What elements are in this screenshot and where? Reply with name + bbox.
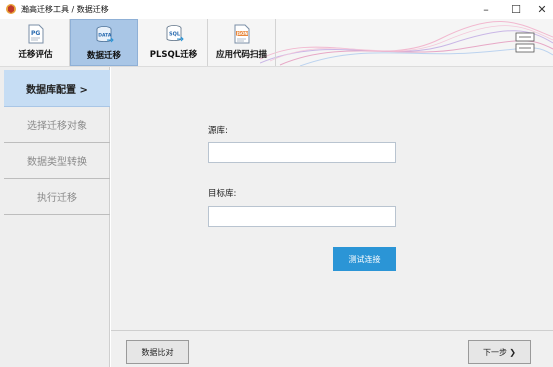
tab-migration-assessment[interactable]: PG 迁移评估 xyxy=(2,19,70,66)
source-db-input[interactable] xyxy=(208,142,396,163)
tab-data-migration[interactable]: DATA 数据迁移 xyxy=(70,19,138,66)
data-compare-button[interactable]: 数据比对 xyxy=(126,340,189,364)
svg-text:SQL: SQL xyxy=(169,32,181,38)
tab-label: 应用代码扫描 xyxy=(215,50,267,60)
tab-plsql-migration[interactable]: SQL PLSQL迁移 xyxy=(140,19,208,66)
window-title: 瀚高迁移工具 / 数据迁移 xyxy=(21,5,109,14)
tab-app-code-scan[interactable]: JSON 应用代码扫描 xyxy=(208,19,276,66)
test-connection-button[interactable]: 测试连接 xyxy=(333,247,396,271)
target-db-input[interactable] xyxy=(208,206,396,227)
source-db-label: 源库: xyxy=(208,126,228,136)
main-panel: 源库: 目标库: 测试连接 xyxy=(111,67,553,331)
footer-bar: 数据比对 下一步 ❯ xyxy=(111,331,553,367)
svg-text:JSON: JSON xyxy=(235,31,247,36)
decorative-wave xyxy=(260,21,553,66)
sql-database-icon: SQL xyxy=(166,25,184,42)
title-bar: 瀚高迁移工具 / 数据迁移 – ☐ ✕ xyxy=(0,0,553,19)
pg-document-icon: PG xyxy=(28,24,43,44)
app-logo-icon xyxy=(6,4,16,14)
tab-label: 数据迁移 xyxy=(86,51,121,61)
sidebar-item-execute-migration[interactable]: 执行迁移 xyxy=(4,179,110,215)
tab-label: 迁移评估 xyxy=(18,50,53,60)
sidebar-item-select-objects[interactable]: 选择迁移对象 xyxy=(4,107,110,143)
sidebar-item-type-conversion[interactable]: 数据类型转换 xyxy=(4,143,110,179)
close-button[interactable]: ✕ xyxy=(527,0,553,19)
svg-text:PG: PG xyxy=(31,30,40,37)
main-toolbar: PG 迁移评估 DATA 数据迁移 SQL PLSQL迁移 JSON 应用代码扫 xyxy=(0,19,553,67)
next-step-button[interactable]: 下一步 ❯ xyxy=(468,340,531,364)
tab-label: PLSQL迁移 xyxy=(149,50,198,60)
database-data-icon: DATA xyxy=(96,26,114,43)
minimize-button[interactable]: – xyxy=(471,0,501,19)
sidebar: 数据库配置 > 选择迁移对象 数据类型转换 执行迁移 xyxy=(0,67,110,367)
target-db-label: 目标库: xyxy=(208,189,237,199)
svg-text:DATA: DATA xyxy=(98,33,112,39)
json-scan-icon: JSON xyxy=(234,24,249,44)
sidebar-item-database-config[interactable]: 数据库配置 > xyxy=(4,70,110,107)
menu-icon[interactable] xyxy=(514,31,536,55)
